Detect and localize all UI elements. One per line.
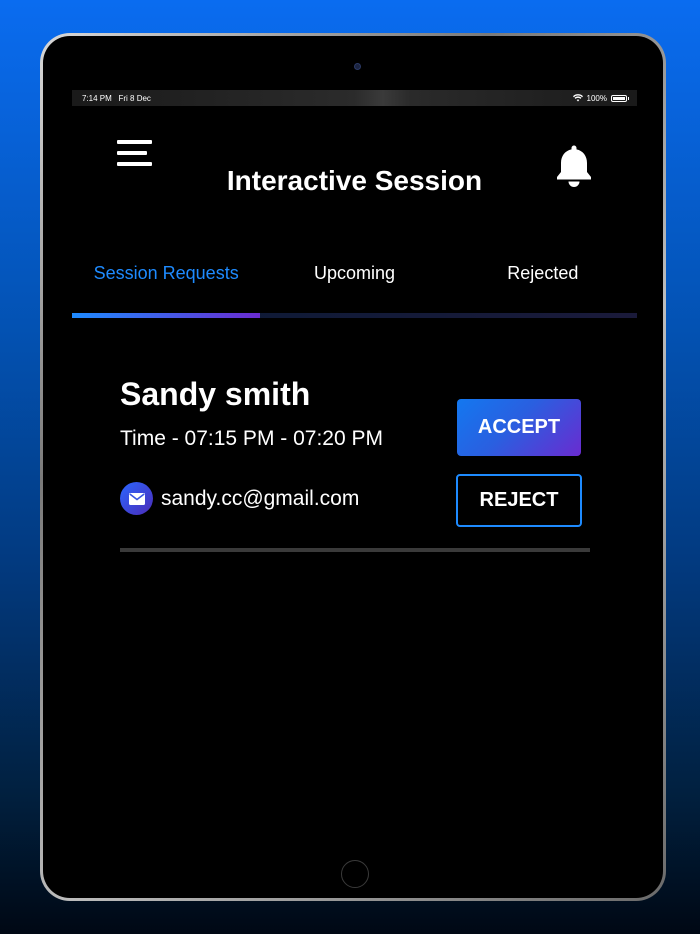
tab-session-requests[interactable]: Session Requests	[72, 258, 260, 288]
session-request-card: Sandy smith Time - 07:15 PM - 07:20 PM s…	[120, 358, 590, 552]
mail-icon	[120, 482, 153, 515]
status-indicators: 100%	[572, 93, 629, 103]
active-tab-indicator	[72, 313, 260, 318]
tab-upcoming[interactable]: Upcoming	[260, 258, 448, 288]
bell-icon[interactable]	[555, 144, 593, 188]
requester-name: Sandy smith	[120, 376, 311, 412]
camera-icon	[354, 63, 361, 70]
requester-email: sandy.cc@gmail.com	[161, 486, 360, 510]
wifi-icon	[572, 94, 583, 102]
status-bar: 7:14 PM Fri 8 Dec 100%	[72, 90, 637, 106]
battery-percent: 100%	[586, 93, 607, 103]
status-time-date: 7:14 PM Fri 8 Dec	[82, 94, 151, 103]
accept-button[interactable]: ACCEPT	[457, 399, 581, 456]
status-date: Fri 8 Dec	[118, 93, 151, 103]
battery-icon	[611, 94, 629, 102]
hamburger-menu-icon[interactable]	[117, 140, 152, 166]
card-divider	[120, 548, 590, 552]
email-row: sandy.cc@gmail.com	[120, 482, 359, 515]
reject-button[interactable]: REJECT	[456, 474, 582, 527]
page-title: Interactive Session	[226, 165, 483, 196]
home-button[interactable]	[341, 860, 369, 888]
tablet-bezel: 7:14 PM Fri 8 Dec 100% Interactive Sessi…	[43, 36, 663, 898]
app-header: Interactive Session	[72, 106, 637, 196]
tab-indicator-track	[72, 313, 637, 318]
session-tabs: Session Requests Upcoming Rejected	[72, 258, 637, 288]
status-time: 7:14 PM	[82, 93, 112, 103]
app-screen: 7:14 PM Fri 8 Dec 100% Interactive Sessi…	[72, 90, 637, 830]
tab-rejected[interactable]: Rejected	[449, 258, 637, 288]
session-time: Time - 07:15 PM - 07:20 PM	[120, 427, 383, 450]
tablet-frame: 7:14 PM Fri 8 Dec 100% Interactive Sessi…	[40, 33, 666, 901]
